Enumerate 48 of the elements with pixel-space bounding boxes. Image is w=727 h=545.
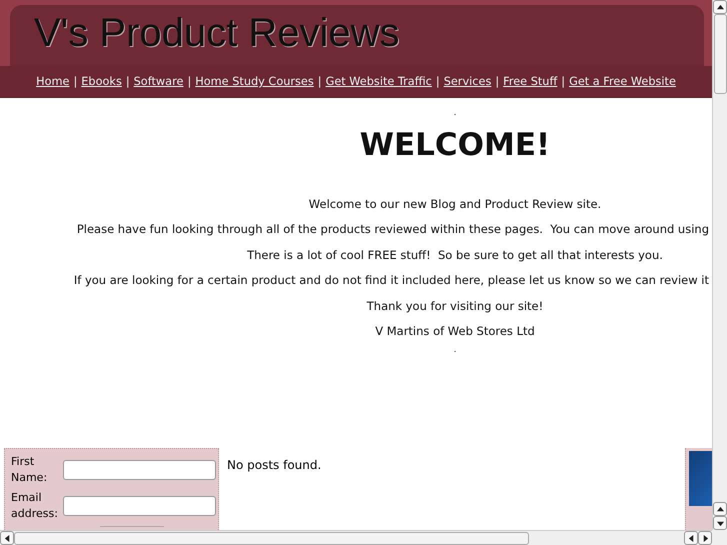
welcome-text: If you are looking for a certain product and do not find it included here, please let us know so we can review it bbox=[74, 272, 709, 290]
input-field[interactable] bbox=[63, 496, 216, 516]
welcome-heading: WELCOME! bbox=[360, 126, 550, 164]
scroll-thumb[interactable] bbox=[714, 14, 726, 94]
nav-link[interactable]: Software bbox=[134, 74, 184, 88]
nav-separator: | bbox=[126, 74, 130, 88]
nav-separator: | bbox=[187, 74, 192, 88]
nav-separator: | bbox=[73, 74, 78, 88]
nav-link[interactable]: Home bbox=[36, 74, 70, 88]
scroll-thumb[interactable] bbox=[14, 532, 529, 544]
vertical-scrollbar[interactable] bbox=[712, 0, 727, 530]
up-arrow-icon bbox=[716, 506, 724, 512]
field-label: Email address: bbox=[11, 490, 57, 522]
field-label: First Name: bbox=[11, 454, 48, 486]
scroll-left-button[interactable] bbox=[684, 531, 698, 545]
left-arrow-icon bbox=[688, 534, 694, 542]
welcome-text: V Martins of Web Stores Ltd bbox=[375, 323, 535, 340]
welcome-text: Thank you for visiting our site! bbox=[366, 298, 544, 315]
welcome-text: Welcome to our new Blog and Product Review site. bbox=[308, 196, 602, 213]
scroll-up-button[interactable] bbox=[713, 502, 727, 516]
scroll-down-button[interactable] bbox=[713, 516, 727, 530]
nav-link[interactable]: Ebooks bbox=[81, 74, 122, 88]
scroll-right-button[interactable] bbox=[698, 531, 712, 545]
up-arrow-icon bbox=[716, 4, 724, 10]
nav-link[interactable]: Get a Free Website bbox=[569, 74, 676, 88]
nav-separator: | bbox=[495, 74, 500, 88]
left-arrow-icon bbox=[4, 534, 10, 542]
site-title: V's Product Reviews bbox=[34, 11, 400, 55]
scroll-left-button[interactable] bbox=[0, 531, 14, 545]
welcome-text: Please have fun looking through all of the products reviewed within these pages. You can move around using bbox=[76, 221, 709, 238]
horizontal-scrollbar[interactable] bbox=[0, 530, 712, 545]
nav-separator: | bbox=[436, 74, 440, 88]
dot-mark: . bbox=[454, 344, 456, 355]
nav-link[interactable]: Free Stuff bbox=[503, 74, 558, 88]
down-arrow-icon bbox=[716, 520, 724, 526]
scrollbar-corner bbox=[712, 530, 727, 545]
nav-link[interactable]: Services bbox=[444, 74, 492, 88]
nav-separator: | bbox=[561, 74, 566, 88]
nav-link[interactable]: Get Website Traffic bbox=[326, 74, 432, 88]
welcome-text: There is a lot of cool FREE stuff! So be sure to get all that interests you. bbox=[247, 246, 663, 264]
input-field[interactable] bbox=[63, 460, 216, 480]
nav-separator: | bbox=[318, 74, 322, 88]
banner-placeholder bbox=[689, 451, 712, 506]
right-arrow-icon bbox=[702, 534, 708, 542]
dot-mark: . bbox=[454, 108, 456, 118]
nav-link[interactable]: Home Study Courses bbox=[195, 74, 314, 88]
posts-message: No posts found. bbox=[227, 458, 322, 472]
scroll-up-button[interactable] bbox=[713, 0, 727, 14]
